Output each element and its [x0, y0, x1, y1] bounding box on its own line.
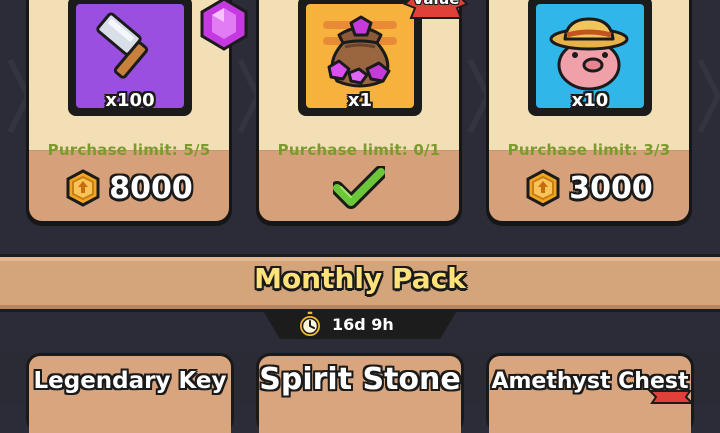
check-icon: [333, 166, 385, 209]
purple-gem-icon: [200, 0, 248, 51]
gold-medal-icon: [66, 169, 100, 207]
price-value: 3000: [569, 170, 653, 206]
pack-card-spirit-stone[interactable]: Spirit Stone: [256, 353, 464, 433]
gold-medal-icon: [526, 169, 560, 207]
pack-card-amethyst-chest[interactable]: Amethyst Chest: [486, 353, 694, 433]
item-tile: x10: [528, 0, 652, 116]
timer-text: 16d 9h: [332, 314, 394, 334]
price-button[interactable]: 8000: [26, 168, 232, 208]
shop-card-gem-bag[interactable]: x1 Value Purchase limit: 0/1: [256, 0, 469, 226]
price-value: 8000: [109, 170, 193, 206]
item-quantity: x10: [571, 90, 609, 111]
price-button[interactable]: 3000: [486, 168, 692, 208]
item-quantity: x1: [347, 90, 373, 111]
gem-bag-icon: [327, 15, 391, 88]
timer: 16d 9h: [296, 310, 394, 338]
hammer-icon: [96, 12, 149, 79]
item-quantity: x100: [105, 90, 155, 111]
purchase-limit-text: Purchase limit: 5/5: [47, 141, 211, 159]
pack-card-legendary-key[interactable]: Legendary Key: [26, 353, 234, 433]
purchase-limit-text: Purchase limit: 3/3: [507, 141, 671, 159]
monthly-pack-title: Monthly Pack: [254, 262, 466, 295]
value-badge-text: Value: [401, 0, 471, 8]
shop-card-hammer[interactable]: x100 Purchase limit: 5/5 8000: [26, 0, 248, 226]
pig-hat-icon: [549, 17, 629, 91]
shop-card-pig[interactable]: x10 Purchase limit: 3/3 3000: [486, 0, 692, 226]
burst-badge-icon: [647, 390, 694, 404]
pack-card-title: Spirit Stone: [259, 362, 461, 397]
value-badge: Value: [401, 0, 471, 19]
pack-card-title: Legendary Key: [33, 368, 227, 394]
item-tile: x100: [68, 0, 192, 116]
stopwatch-icon: [298, 310, 322, 338]
purchased-status: [256, 166, 462, 209]
purchase-limit-text: Purchase limit: 0/1: [277, 141, 441, 159]
